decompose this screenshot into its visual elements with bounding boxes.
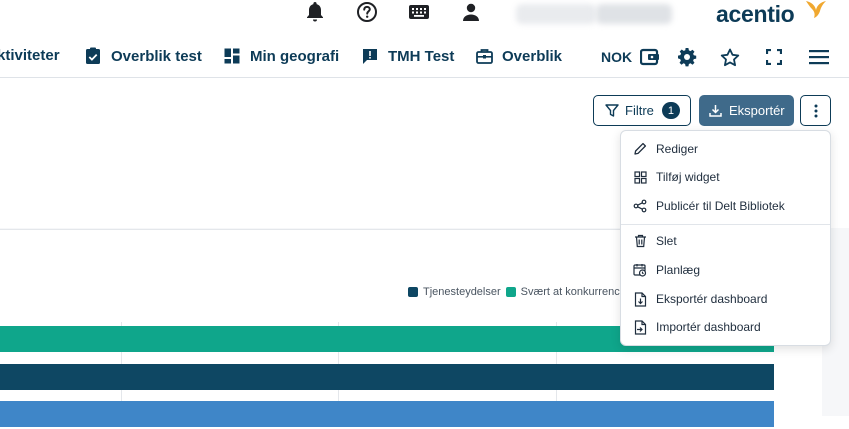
nav-item-min-geografi[interactable]: Min geografi bbox=[223, 47, 339, 65]
export-label: Eksportér bbox=[729, 103, 785, 118]
menu-item-label: Rediger bbox=[656, 142, 699, 156]
currency-label: NOK bbox=[601, 49, 633, 65]
currency-selector[interactable]: NOK bbox=[601, 46, 660, 68]
nav-item-label: Overblik bbox=[502, 47, 563, 65]
filter-count-badge: 1 bbox=[661, 102, 680, 119]
file-export-icon bbox=[632, 291, 648, 307]
chart-bar[interactable] bbox=[0, 401, 774, 427]
comment-alert-icon bbox=[361, 47, 379, 65]
menu-item-importer-dashboard[interactable]: Importér dashboard bbox=[621, 313, 830, 341]
legend-swatch bbox=[408, 287, 418, 297]
dashboard-options-menu: Rediger Tilføj widget Publicér til Delt … bbox=[620, 130, 831, 346]
briefcase-icon bbox=[475, 47, 493, 65]
trash-icon bbox=[632, 233, 648, 249]
menu-item-label: Tilføj widget bbox=[656, 170, 720, 184]
kebab-menu-icon bbox=[814, 104, 818, 118]
legend-label: Tjenesteydelser bbox=[423, 286, 501, 298]
brand-logo[interactable]: acentio bbox=[716, 1, 826, 28]
menu-item-planlaeg[interactable]: Planlæg bbox=[621, 256, 830, 284]
menu-item-publicer[interactable]: Publicér til Delt Bibliotek bbox=[621, 192, 830, 220]
nav-item-label: TMH Test bbox=[388, 47, 455, 65]
more-options-button[interactable] bbox=[800, 95, 831, 126]
clipboard-check-icon bbox=[84, 47, 102, 65]
dashboard-content: Filtre 1 Eksportér Tjenesteydelser Svært… bbox=[0, 78, 849, 429]
legend-swatch bbox=[505, 287, 516, 297]
menu-item-eksporter-dashboard[interactable]: Eksportér dashboard bbox=[621, 285, 830, 313]
brand-name: acentio bbox=[716, 1, 795, 27]
export-button[interactable]: Eksportér bbox=[699, 95, 794, 126]
nav-item-tmh-test[interactable]: TMH Test bbox=[361, 47, 454, 65]
file-import-icon bbox=[632, 319, 648, 335]
dashboard-nav: ktiviteter Overblik test Min geografi TM… bbox=[0, 36, 849, 78]
nav-item-label: Min geografi bbox=[250, 47, 340, 65]
nav-item-label: ktiviteter bbox=[0, 47, 60, 64]
filter-button[interactable]: Filtre 1 bbox=[593, 95, 691, 126]
funnel-icon bbox=[605, 104, 619, 117]
legend-entry-tjenesteydelser[interactable]: Tjenesteydelser bbox=[408, 286, 501, 298]
download-icon bbox=[709, 104, 722, 117]
blurred-user-name bbox=[516, 4, 596, 24]
nav-item-overblik[interactable]: Overblik bbox=[475, 47, 562, 65]
menu-item-tilfoej-widget[interactable]: Tilføj widget bbox=[621, 163, 830, 191]
fullscreen-icon[interactable] bbox=[763, 46, 785, 68]
menu-item-label: Planlæg bbox=[656, 263, 701, 277]
menu-separator bbox=[621, 224, 830, 225]
widget-grid-icon bbox=[632, 169, 648, 185]
blurred-organization bbox=[596, 4, 672, 24]
gear-icon[interactable] bbox=[676, 46, 698, 68]
legend-entry-svaert-at-konkurrence[interactable]: Svært at konkurrence bbox=[505, 286, 626, 298]
nav-item-label: Overblik test bbox=[111, 47, 202, 65]
pencil-icon bbox=[632, 141, 648, 157]
nav-item-overblik-test[interactable]: Overblik test bbox=[84, 47, 202, 65]
legend-label: Svært at konkurrence bbox=[520, 286, 626, 298]
keyboard-icon[interactable] bbox=[407, 0, 431, 24]
star-icon[interactable] bbox=[719, 46, 741, 68]
calendar-clock-icon bbox=[632, 262, 648, 278]
top-bar: acentio bbox=[0, 0, 849, 36]
menu-item-label: Eksportér dashboard bbox=[656, 292, 768, 306]
nav-item-aktiviteter[interactable]: ktiviteter bbox=[0, 47, 60, 64]
hamburger-menu-icon[interactable] bbox=[808, 46, 830, 68]
menu-item-rediger[interactable]: Rediger bbox=[621, 135, 830, 163]
chart-legend: Tjenesteydelser Svært at konkurrence bbox=[408, 286, 631, 298]
bird-icon bbox=[804, 0, 828, 27]
help-icon[interactable] bbox=[355, 0, 379, 24]
menu-item-label: Slet bbox=[656, 234, 677, 248]
menu-item-label: Importér dashboard bbox=[656, 320, 761, 334]
filter-label: Filtre bbox=[625, 103, 654, 118]
menu-item-slet[interactable]: Slet bbox=[621, 227, 830, 255]
user-icon[interactable] bbox=[459, 0, 483, 24]
chart-bar[interactable] bbox=[0, 364, 774, 390]
share-icon bbox=[632, 198, 648, 214]
dashboard-grid-icon bbox=[223, 47, 241, 65]
bell-icon[interactable] bbox=[303, 0, 327, 24]
wallet-icon bbox=[640, 48, 660, 66]
menu-item-label: Publicér til Delt Bibliotek bbox=[656, 199, 785, 213]
